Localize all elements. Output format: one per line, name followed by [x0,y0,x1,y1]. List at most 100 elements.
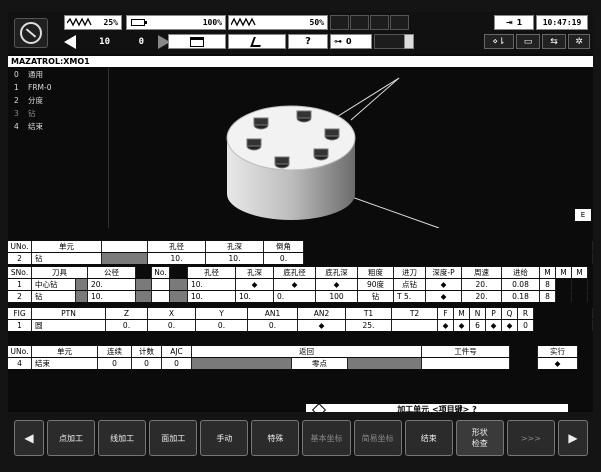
softkey-shape-check[interactable]: 形状 检查 [455,420,504,456]
cell[interactable]: 25. [346,320,392,331]
col-header: 深度-P [426,267,462,278]
settings-button[interactable]: ✲ [568,34,590,49]
unit-list-item[interactable]: 0 通用 [8,68,108,81]
help-button[interactable]: ? [288,34,328,49]
unit-list-item[interactable]: 2 分度 [8,94,108,107]
workpiece-3d-view[interactable] [108,68,578,228]
cell[interactable]: ◆ [298,320,346,331]
cell[interactable]: 0 [518,320,534,331]
cell[interactable]: 4 [8,358,32,369]
cell[interactable]: 90度 [358,279,394,290]
user-indicator[interactable]: ⇥ 1 [494,15,534,30]
col-header: AJC [162,346,192,357]
cell[interactable]: 2 [8,291,32,302]
feed-override-value: 50% [309,18,324,27]
col-header: Q [502,308,518,319]
cell[interactable]: 圆 [32,320,106,331]
cell[interactable]: 6 [470,320,486,331]
cell[interactable]: 1 [8,279,32,290]
unit-no: 2 [14,96,19,105]
softkey-next-button[interactable]: ▶ [557,420,588,456]
table-row[interactable]: 2 钻 10. 10. 0. [8,253,593,264]
softkey-more[interactable]: >>> [506,420,555,456]
cell[interactable]: 钻 [358,291,394,302]
unit-list-item[interactable]: 4 结束 [8,120,108,133]
cell[interactable]: ◆ [236,279,274,290]
cell[interactable]: 10. [188,279,236,290]
cell[interactable]: 10. [206,253,264,264]
cell[interactable]: ◆ [486,320,502,331]
cell[interactable]: 20. [462,291,502,302]
unit-list-item[interactable]: 1 FRM-0 [8,81,108,94]
cell[interactable]: 8 [540,291,556,302]
cell[interactable]: 8 [540,279,556,290]
folder-button[interactable] [168,34,226,49]
cell[interactable] [152,279,170,290]
table-row[interactable]: 1 中心钻 20. 10. ◆ ◆ ◆ 90度 点钻 ◆ 20. 0.08 8 [8,279,593,290]
cell[interactable]: 结束 [32,358,98,369]
drill-hole-wall [253,117,269,126]
cell[interactable]: 0.18 [502,291,540,302]
cell[interactable]: 0 [98,358,132,369]
cell[interactable]: 10. [188,291,236,302]
tool-button[interactable] [228,34,286,49]
softkey-face-machining[interactable]: 面加工 [149,420,198,456]
cell[interactable]: 20. [462,279,502,290]
cell[interactable]: 0 [132,358,162,369]
softkey-line-machining[interactable]: 线加工 [98,420,147,456]
cell[interactable]: 零点 [292,358,348,369]
softkey-prev-button[interactable]: ◀ [14,420,44,456]
cell[interactable]: ◆ [316,279,358,290]
cell[interactable] [102,253,148,264]
softkey-simple-coordinate[interactable]: 简易坐标 [353,420,402,456]
cell[interactable]: 100 [316,291,358,302]
ruler-button[interactable]: ▭ [516,34,540,49]
program-count-button[interactable]: ⊶ 0 [330,34,372,49]
cell[interactable]: ◆ [274,279,316,290]
side-panel-tab[interactable]: E [575,209,591,221]
cell[interactable]: ◆ [438,320,454,331]
cell[interactable]: 10. [236,291,274,302]
cell[interactable]: 1 [8,320,32,331]
cell[interactable] [422,358,510,369]
table-row[interactable]: 2 钻 10. 10. 10. 0. 100 钻 T 5. ◆ 20. 0.18… [8,291,593,302]
network-button[interactable]: ⋄⇂ [484,34,514,49]
cell[interactable]: 10. [148,253,206,264]
softkey-point-machining[interactable]: 点加工 [47,420,96,456]
softkey-end[interactable]: 结束 [404,420,453,456]
cell[interactable]: ◆ [502,320,518,331]
col-header [102,241,148,252]
cell[interactable]: 0 [162,358,192,369]
cell[interactable]: 2 [8,253,32,264]
cell[interactable]: 0.08 [502,279,540,290]
cell[interactable] [152,291,170,302]
cell[interactable]: 0. [248,320,298,331]
window-switch-button[interactable]: ⇆ [542,34,566,49]
cell[interactable]: 20. [88,279,136,290]
unit-list-item[interactable]: 3钻 [8,107,108,120]
program-count-value: 0 [346,37,352,46]
softkey-manual[interactable]: 手动 [200,420,249,456]
cell[interactable]: 10. [88,291,136,302]
table-row[interactable]: 4 结束 0 0 0 零点 ◆ [8,358,593,369]
softkey-special[interactable]: 特殊 [251,420,300,456]
cell[interactable]: 0. [264,253,304,264]
cell[interactable]: 0. [106,320,148,331]
table-row[interactable]: 1 圆 0. 0. 0. 0. ◆ 25. ◆ ◆ 6 ◆ ◆ 0 [8,320,593,331]
cell[interactable]: 中心钻 [32,279,76,290]
play-reverse-icon[interactable] [64,34,76,49]
cell[interactable]: 0. [196,320,248,331]
cell[interactable]: ◆ [454,320,470,331]
cell[interactable]: T 5. [394,291,426,302]
cell[interactable]: 钻 [32,291,76,302]
cell[interactable]: 点钻 [394,279,426,290]
cell[interactable]: 钻 [32,253,102,264]
cell[interactable]: ◆ [538,358,578,369]
cell[interactable]: ◆ [426,279,462,290]
cell[interactable]: 0. [148,320,196,331]
cell[interactable] [392,320,438,331]
softkey-basic-coordinate[interactable]: 基本坐标 [302,420,351,456]
cell[interactable]: ◆ [426,291,462,302]
cell[interactable]: 0. [274,291,316,302]
mazak-logo[interactable] [14,18,48,48]
